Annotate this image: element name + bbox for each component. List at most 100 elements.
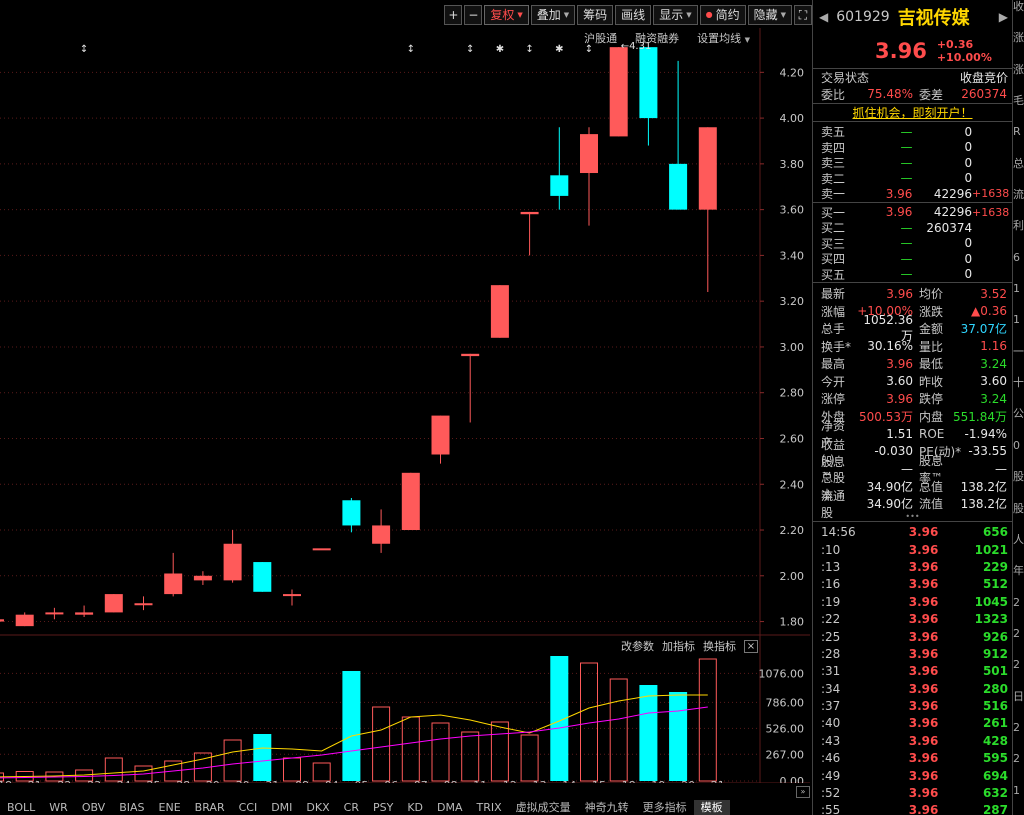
- edge-glyph: 2: [1013, 752, 1020, 766]
- double-chevron-right-icon[interactable]: »: [796, 786, 810, 798]
- event-marker-icon: ✱: [555, 44, 563, 55]
- tick-time: :37: [821, 699, 841, 714]
- candle-body: [550, 175, 569, 196]
- indicator-tab[interactable]: 虚拟成交量: [509, 800, 578, 815]
- vol-tick-label: 0.00: [780, 775, 805, 783]
- quote-value: 1.16: [980, 339, 1007, 354]
- volume-bar: [431, 722, 450, 782]
- indicator-tab[interactable]: KD: [400, 800, 430, 815]
- chart-sub-links: 沪股通 融资融券 设置均线 ▼: [584, 30, 750, 46]
- volume-bar: [253, 734, 272, 781]
- indicator-tab[interactable]: DMI: [264, 800, 299, 815]
- indicator-tab[interactable]: 更多指标: [636, 800, 694, 815]
- tick-row: :25 3.96 926: [813, 628, 1012, 645]
- overlay-button[interactable]: 叠加 ▼: [530, 5, 576, 25]
- tick-price: 3.96: [908, 803, 939, 815]
- y-tick-label: 4.00: [780, 112, 805, 125]
- candle-body: [312, 548, 331, 551]
- indicator-tab[interactable]: BIAS: [112, 800, 151, 815]
- add-indicator-link[interactable]: 加指标: [662, 638, 695, 654]
- indicator-tab[interactable]: BRAR: [188, 800, 232, 815]
- indicator-tab[interactable]: DKX: [299, 800, 336, 815]
- margin-trading-link[interactable]: 融资融券: [635, 30, 679, 46]
- level-label: 卖一: [821, 187, 846, 202]
- level-volume: 42296: [933, 186, 973, 201]
- tick-price: 3.96: [908, 768, 939, 783]
- indicator-tab[interactable]: 模板: [693, 800, 730, 815]
- tick-time: :13: [821, 559, 841, 574]
- switch-indicator-link[interactable]: 换指标: [703, 638, 736, 654]
- tick-time: :16: [821, 577, 841, 592]
- indicator-tab[interactable]: BOLL: [0, 800, 42, 815]
- next-stock-icon[interactable]: ▶: [999, 10, 1008, 24]
- zoom-in-button[interactable]: +: [444, 5, 463, 25]
- display-button[interactable]: 显示 ▼: [653, 5, 698, 25]
- tick-time: :40: [821, 716, 841, 731]
- edge-glyph: 总: [1013, 156, 1024, 170]
- sell-level-row: 卖四 — 0: [813, 140, 1012, 156]
- quote-value: ▲0.36: [971, 304, 1007, 319]
- volume-bar: [698, 658, 717, 782]
- event-marker-icon: ↕: [466, 44, 474, 55]
- open-account-link[interactable]: 抓住机会，即刻开户！: [813, 103, 1012, 121]
- y-tick-label: 1.80: [780, 616, 805, 629]
- x-tick-label: 13: [533, 779, 547, 783]
- draw-line-button[interactable]: 画线: [615, 5, 652, 25]
- chevron-down-icon: ▼: [744, 36, 750, 44]
- zoom-out-button[interactable]: −: [464, 5, 483, 25]
- chip-distribution-button[interactable]: 筹码: [577, 5, 614, 25]
- dot-icon: ●: [705, 10, 713, 19]
- tick-time: :52: [821, 786, 841, 801]
- edge-glyph: 公: [1013, 407, 1024, 421]
- tick-time: :46: [821, 751, 841, 766]
- tick-row: :40 3.96 261: [813, 715, 1012, 732]
- level-label: 卖三: [821, 156, 846, 171]
- level-label: 卖五: [821, 125, 846, 140]
- close-icon[interactable]: ×: [744, 639, 758, 653]
- x-tick-label: 18: [622, 779, 636, 783]
- x-tick-label: 25: [147, 779, 161, 783]
- indicator-tab[interactable]: CR: [337, 800, 366, 815]
- fullscreen-button[interactable]: ⛶: [794, 5, 812, 25]
- quote-label: 最低: [919, 357, 944, 372]
- kline-chart[interactable]: 4.20 4.00 3.80 3.60 3.40 3.20 3.00 2.80 2.60 2.40…: [0, 28, 810, 783]
- price-change-pct: +10.00%: [936, 51, 992, 64]
- level-price: 3.96: [885, 186, 913, 201]
- indicator-tab[interactable]: OBV: [75, 800, 112, 815]
- quote-label: 内盘: [919, 409, 944, 424]
- level-price: —: [900, 155, 913, 170]
- x-tick-label: 30: [236, 779, 250, 783]
- indicator-tab[interactable]: 神奇九转: [578, 800, 636, 815]
- indicator-tab[interactable]: ENE: [152, 800, 188, 815]
- price-change: +0.36: [936, 38, 974, 51]
- indicator-tab[interactable]: PSY: [366, 800, 400, 815]
- indicator-tab[interactable]: DMA: [430, 800, 470, 815]
- quote-value: 138.2亿: [960, 497, 1007, 512]
- candle-body: [223, 543, 242, 581]
- indicator-tab[interactable]: WR: [42, 800, 75, 815]
- simple-mode-button[interactable]: ● 简约: [699, 5, 746, 25]
- vol-tick-label: 526.00: [766, 722, 805, 735]
- quote-stats: 最新 3.96 均价 3.52 涨幅 +10.00% 涨跌 ▲0.36 总手 1052.36万 金额…: [813, 282, 1012, 520]
- tick-price: 3.96: [908, 681, 939, 696]
- quote-value: -1.94%: [964, 426, 1007, 441]
- indicator-tab[interactable]: TRIX: [470, 800, 509, 815]
- edge-glyph: 2: [1013, 626, 1020, 640]
- ma-settings-link[interactable]: 设置均线 ▼: [697, 30, 750, 46]
- trade-status-row: 交易状态 收盘竞价: [813, 68, 1012, 86]
- x-tick-label: 23: [87, 779, 101, 783]
- x-tick-label: 28: [176, 779, 190, 783]
- prev-stock-icon[interactable]: ◀: [819, 10, 828, 24]
- volume-bar: [639, 685, 658, 781]
- hk-connect-link[interactable]: 沪股通: [584, 30, 617, 46]
- indicator-tab[interactable]: CCI: [232, 800, 265, 815]
- adjust-rights-button[interactable]: 复权 ▼: [484, 5, 529, 25]
- edge-glyph: 6: [1013, 250, 1020, 264]
- kline-chart-area[interactable]: 4.20 4.00 3.80 3.60 3.40 3.20 3.00 2.80 2.60 2.40…: [0, 28, 810, 783]
- tick-volume: 926: [982, 629, 1008, 644]
- edge-glyph: 收: [1013, 0, 1024, 13]
- quote-value: 551.84万: [953, 409, 1007, 424]
- hide-button[interactable]: 隐藏 ▼: [747, 5, 792, 25]
- edit-params-link[interactable]: 改参数: [621, 638, 654, 654]
- candle-body: [461, 353, 480, 357]
